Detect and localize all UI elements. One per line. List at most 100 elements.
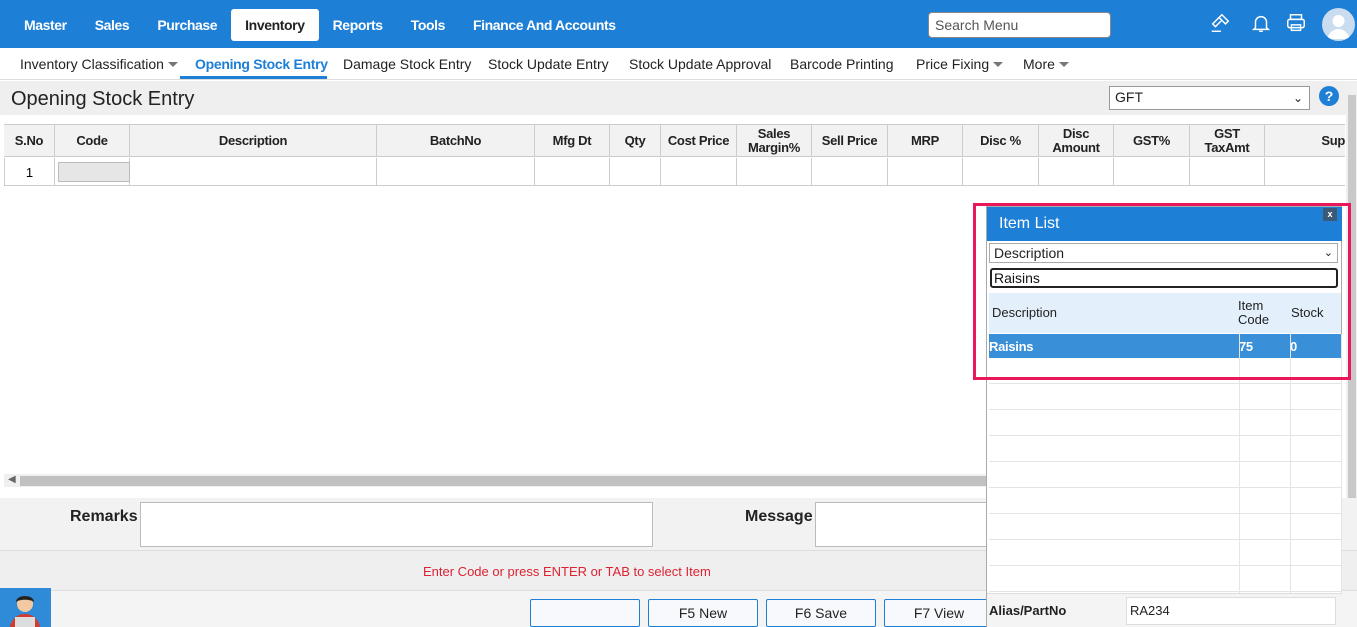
message-textarea[interactable] — [815, 502, 990, 547]
popup-title: Item List — [987, 207, 1342, 241]
main-menu: Master Sales Purchase Inventory Reports … — [10, 9, 630, 41]
col-item-description: Description — [992, 305, 1058, 320]
alias-label: Alias/PartNo — [989, 603, 1067, 618]
col-item-code: Item Code — [1238, 298, 1270, 327]
page-title: Opening Stock Entry — [11, 88, 195, 110]
chevron-down-icon — [993, 62, 1004, 67]
col-code: Code — [55, 125, 130, 156]
col-qty: Qty — [610, 125, 661, 156]
gavel-icon[interactable] — [1209, 12, 1231, 34]
list-item — [989, 436, 1341, 462]
cell-disc-amount[interactable] — [1039, 158, 1114, 186]
cell-batchno[interactable] — [377, 158, 535, 186]
sub-navbar: Inventory Classification Opening Stock E… — [0, 48, 1357, 80]
table-row: 1 — [4, 158, 1345, 186]
alias-value[interactable]: RA234 — [1126, 597, 1336, 625]
column-divider — [1341, 334, 1342, 594]
cell-description[interactable] — [130, 158, 377, 186]
list-item — [989, 358, 1341, 384]
list-item — [989, 410, 1341, 436]
menu-tools[interactable]: Tools — [397, 9, 459, 41]
tab-inventory-classification[interactable]: Inventory Classification — [20, 56, 178, 72]
col-sales-margin: Sales Margin% — [737, 125, 812, 156]
grid-header: S.No Code Description BatchNo Mfg Dt Qty… — [4, 124, 1345, 157]
view-button[interactable]: F7 View — [884, 599, 994, 627]
item-search-input[interactable]: Raisins — [990, 268, 1338, 288]
col-disc-percent: Disc % — [963, 125, 1039, 156]
branch-select[interactable]: GFT ⌄ — [1109, 86, 1310, 110]
chevron-down-icon: ⌄ — [1323, 247, 1333, 259]
blank-button[interactable] — [530, 599, 640, 627]
printer-icon[interactable] — [1285, 12, 1307, 34]
chevron-down-icon — [1058, 62, 1069, 67]
list-item — [989, 488, 1341, 514]
cell-gst-percent[interactable] — [1114, 158, 1190, 186]
cell-gst-taxamt[interactable] — [1190, 158, 1265, 186]
tab-opening-stock-entry[interactable]: Opening Stock Entry — [195, 56, 328, 72]
search-menu-input[interactable]: Search Menu — [928, 12, 1111, 38]
chatbot-avatar[interactable] — [0, 588, 51, 627]
message-label: Message — [745, 508, 813, 525]
scrollbar-thumb[interactable] — [20, 476, 986, 486]
cell-sales-margin[interactable] — [737, 158, 812, 186]
cell-sell-price[interactable] — [812, 158, 888, 186]
search-by-select[interactable]: Description ⌄ — [989, 243, 1338, 263]
menu-reports[interactable]: Reports — [319, 9, 397, 41]
item-code: 75 — [1239, 339, 1253, 354]
list-item — [989, 514, 1341, 540]
horizontal-scrollbar[interactable]: ◀ — [4, 474, 986, 487]
item-stock: 0 — [1290, 339, 1297, 354]
item-list-header: Description Item Code Stock — [989, 293, 1341, 333]
col-gst-percent: GST% — [1114, 125, 1190, 156]
page-header: Opening Stock Entry GFT ⌄ ? — [0, 81, 1348, 115]
user-avatar[interactable] — [1322, 8, 1355, 41]
code-input[interactable] — [58, 162, 130, 182]
help-icon[interactable]: ? — [1319, 86, 1339, 106]
remarks-textarea[interactable] — [140, 502, 653, 547]
col-sell-price: Sell Price — [812, 125, 888, 156]
item-description: Raisins — [989, 339, 1034, 354]
col-gst-taxamt: GST TaxAmt — [1190, 125, 1265, 156]
tab-price-fixing[interactable]: Price Fixing — [916, 56, 1004, 72]
new-button[interactable]: F5 New — [648, 599, 758, 627]
menu-master[interactable]: Master — [10, 9, 81, 41]
menu-inventory[interactable]: Inventory — [231, 9, 319, 41]
tab-more[interactable]: More — [1023, 56, 1069, 72]
cell-qty[interactable] — [610, 158, 661, 186]
cell-cost-price[interactable] — [661, 158, 737, 186]
col-sup: Sup — [1321, 132, 1345, 148]
item-list-popup: Item List x Description ⌄ Raisins Descrip… — [986, 206, 1342, 627]
cell-mfg-dt[interactable] — [535, 158, 610, 186]
list-item — [989, 566, 1341, 592]
list-item — [989, 462, 1341, 488]
column-divider — [1239, 334, 1240, 594]
menu-sales[interactable]: Sales — [81, 9, 144, 41]
tab-stock-update-entry[interactable]: Stock Update Entry — [488, 56, 609, 72]
col-item-stock: Stock — [1291, 305, 1324, 320]
chevron-down-icon: ⌄ — [1292, 91, 1303, 105]
top-navbar: Master Sales Purchase Inventory Reports … — [0, 0, 1357, 48]
col-cost-price: Cost Price — [661, 125, 737, 156]
cell-sno: 1 — [4, 158, 55, 186]
col-mfg-dt: Mfg Dt — [535, 125, 610, 156]
list-item[interactable]: Raisins 75 0 — [989, 334, 1341, 358]
cell-disc-percent[interactable] — [963, 158, 1039, 186]
save-button[interactable]: F6 Save — [766, 599, 876, 627]
menu-finance-and-accounts[interactable]: Finance And Accounts — [459, 9, 630, 41]
remarks-label: Remarks — [70, 508, 138, 525]
active-tab-indicator — [180, 76, 327, 79]
close-icon[interactable]: x — [1323, 208, 1337, 221]
col-mrp: MRP — [888, 125, 963, 156]
bell-icon[interactable] — [1250, 12, 1272, 34]
column-divider — [1290, 334, 1291, 594]
tab-barcode-printing[interactable]: Barcode Printing — [790, 56, 894, 72]
col-disc-amount: Disc Amount — [1039, 125, 1114, 156]
list-item — [989, 540, 1341, 566]
chevron-down-icon — [167, 62, 178, 67]
cell-mrp[interactable] — [888, 158, 963, 186]
menu-purchase[interactable]: Purchase — [143, 9, 231, 41]
alias-row: Alias/PartNo RA234 — [987, 593, 1342, 627]
tab-damage-stock-entry[interactable]: Damage Stock Entry — [343, 56, 471, 72]
arrow-left-icon[interactable]: ◀ — [8, 474, 16, 485]
tab-stock-update-approval[interactable]: Stock Update Approval — [629, 56, 771, 72]
